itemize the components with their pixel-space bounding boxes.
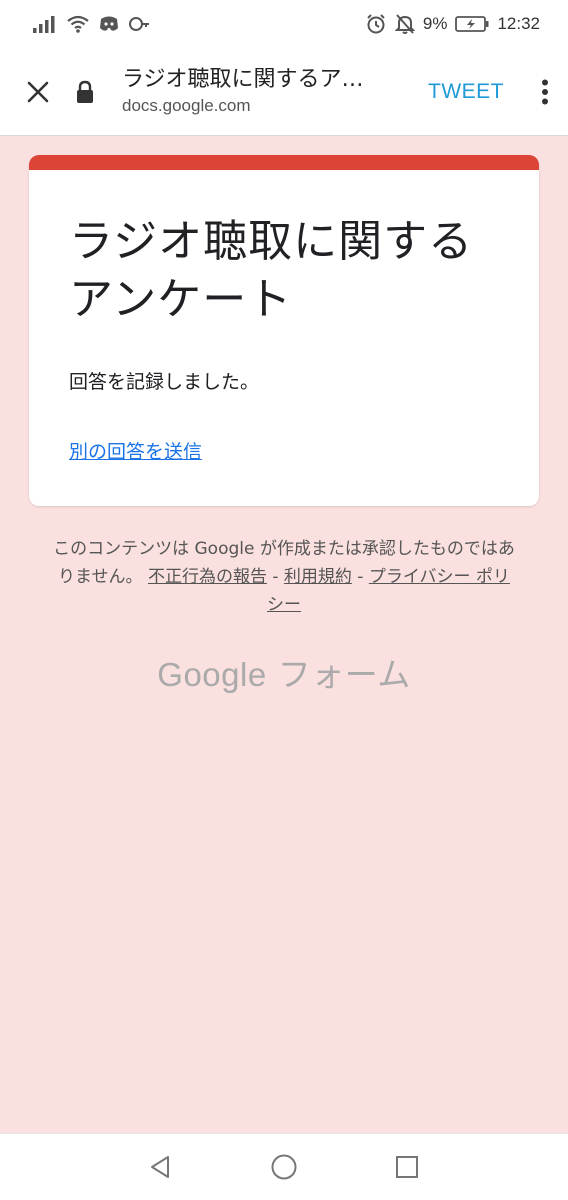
back-icon [151,1156,170,1178]
form-title: ラジオ聴取に関するアンケート [69,216,474,325]
disclaimer: このコンテンツは Google が作成または承認したものではありません。 不正行… [50,535,518,619]
terms-link[interactable]: 利用規約 [284,567,352,587]
discord-icon [98,14,120,34]
form-card: ラジオ聴取に関するアンケート 回答を記録しました。 別の回答を送信 [29,155,539,506]
confirmation-message: 回答を記録しました。 [69,371,260,393]
report-abuse-link[interactable]: 不正行為の報告 [148,567,267,587]
app-bar: ラジオ聴取に関するア… docs.google.com TWEET [0,48,568,136]
status-left-icons [32,14,150,34]
tweet-button[interactable]: TWEET [410,80,522,104]
signal-icon [32,14,58,34]
brand-google: Google [157,656,267,693]
page-title: ラジオ聴取に関するア… [122,66,364,92]
system-nav-bar [0,1133,568,1200]
separator: - [266,567,284,587]
home-icon [271,1154,297,1180]
close-button[interactable] [0,48,76,136]
page-info: ラジオ聴取に関するア… docs.google.com [76,66,410,118]
alarm-icon [365,13,387,35]
status-right-icons: 9% 12:32 [365,13,540,35]
recents-button[interactable] [387,1147,427,1187]
more-vert-icon [542,79,548,104]
wifi-icon [66,14,90,34]
page-url: docs.google.com [122,95,251,115]
mute-bell-icon [394,13,415,35]
card-accent-bar [29,155,539,170]
battery-percent: 9% [422,14,448,33]
key-icon [128,14,150,34]
lock-icon [76,80,122,104]
clock: 12:32 [497,14,540,33]
home-button[interactable] [264,1147,304,1187]
back-button[interactable] [141,1147,181,1187]
battery-icon [455,15,489,33]
recents-icon [395,1156,418,1178]
status-bar: 9% 12:32 [0,0,568,48]
separator: - [351,567,369,587]
close-icon [27,81,49,102]
more-options-button[interactable] [522,48,568,136]
submit-another-response-link[interactable]: 別の回答を送信 [69,437,202,464]
google-forms-logo[interactable]: Google フォーム [0,648,568,696]
brand-forms: フォーム [277,655,411,694]
